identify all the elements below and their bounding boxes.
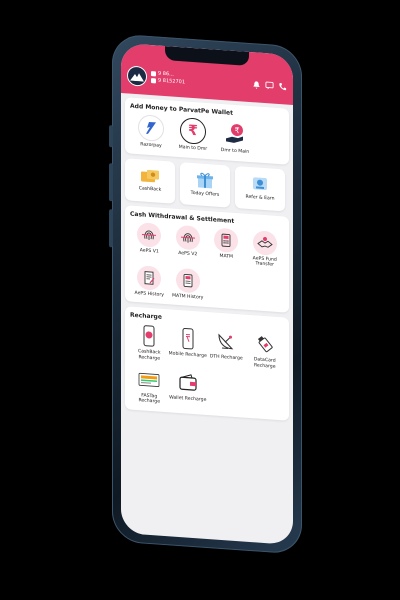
recharge-item-label: DTH Recharge xyxy=(209,354,243,362)
cash-item-aeps-v1[interactable]: AePS V1 xyxy=(130,221,169,261)
rupee-icon: ₹ xyxy=(180,117,206,145)
history-doc-icon xyxy=(137,264,162,291)
call-icon[interactable] xyxy=(278,81,287,91)
svg-text:₹: ₹ xyxy=(234,126,239,135)
cash-withdrawal-card: Cash Withdrawal & Settlement AePS V1 AeP… xyxy=(125,204,289,314)
promo-cashback[interactable]: CashBack xyxy=(125,157,175,204)
razorpay-icon xyxy=(138,114,164,142)
recharge-item-label: Mobile Recharge xyxy=(168,351,207,360)
recharge-item-label: CashBack Recharge xyxy=(138,349,161,362)
usb-datacard-icon xyxy=(253,332,277,358)
header-actions xyxy=(252,80,287,91)
recharge-item-mobile[interactable]: Mobile Recharge xyxy=(169,326,208,366)
volume-up-button xyxy=(109,163,113,202)
cash-item-label: MATM xyxy=(219,253,234,260)
cash-item-label: AePS V2 xyxy=(178,250,198,257)
promo-label: Today Offers xyxy=(190,191,220,199)
wallet-icon xyxy=(176,369,200,395)
promo-refer-earn[interactable]: Refer & Earn xyxy=(235,165,285,212)
satellite-dish-icon xyxy=(214,329,238,355)
phone-screen: 9 86... 9 8152701 Add Money to ParvatPe … xyxy=(121,42,293,546)
phone-frame: 9 86... 9 8152701 Add Money to ParvatPe … xyxy=(109,33,302,555)
recharge-card: Recharge CashBack Recharge Mobile Rechar… xyxy=(125,306,289,421)
promo-label: Refer & Earn xyxy=(245,194,275,203)
main-content: Add Money to ParvatPe Wallet Razorpay ₹ xyxy=(121,93,293,421)
support-icon[interactable] xyxy=(265,81,274,91)
cash-item-aeps-fund-transfer[interactable]: AePS Fund Transfer xyxy=(246,229,285,269)
silent-switch xyxy=(109,125,113,148)
refer-icon xyxy=(253,177,267,191)
wallet-option-dmr-to-main[interactable]: ₹ Dmr to Main xyxy=(218,120,252,156)
recharge-item-label: DataCard Recharge xyxy=(253,357,276,370)
cash-item-label: MATM History xyxy=(172,293,204,301)
bell-icon[interactable] xyxy=(252,80,261,90)
wallet-option-razorpay[interactable]: Razorpay xyxy=(134,114,168,150)
handshake-icon xyxy=(252,229,277,256)
recharge-grid: CashBack Recharge Mobile Recharge DTH Re… xyxy=(130,323,284,414)
phone-cashback-icon xyxy=(137,323,161,349)
recharge-item-fastag[interactable]: FASTag Recharge xyxy=(130,366,169,406)
phone-small-icon xyxy=(151,71,156,77)
volume-down-button xyxy=(109,209,113,248)
recharge-item-wallet[interactable]: Wallet Recharge xyxy=(169,369,208,409)
mobile-icon xyxy=(176,326,200,352)
wallet-option-label: Razorpay xyxy=(140,142,162,149)
app-logo[interactable] xyxy=(127,65,147,87)
fingerprint-icon xyxy=(175,224,200,251)
cash-item-aeps-history[interactable]: AePS History xyxy=(130,264,169,298)
wallet-card: Add Money to ParvatPe Wallet Razorpay ₹ xyxy=(125,97,289,165)
wallet-option-main-to-dmr[interactable]: ₹ Main to Dmr xyxy=(176,117,210,153)
account-info: 9 86... 9 8152701 xyxy=(151,70,185,86)
gift-icon xyxy=(197,173,213,189)
cash-item-label: AePS V1 xyxy=(139,247,159,255)
fastag-icon xyxy=(137,367,161,393)
account-line-2: 9 8152701 xyxy=(158,77,186,86)
cashback-icon xyxy=(141,170,159,183)
recharge-item-datacard[interactable]: DataCard Recharge xyxy=(246,331,285,371)
recharge-item-cashback[interactable]: CashBack Recharge xyxy=(130,323,169,363)
cash-item-label: AePS Fund Transfer xyxy=(252,255,277,268)
fingerprint-icon xyxy=(137,221,162,248)
cash-item-label: AePS History xyxy=(134,290,164,298)
cash-item-matm[interactable]: MATM xyxy=(207,227,246,267)
promo-row: CashBack Today Offers Refer & Earn xyxy=(125,157,289,212)
cash-grid: AePS V1 AePS V2 MATM AePS Fund Transfer … xyxy=(130,221,284,307)
wallet-option-label: Dmr to Main xyxy=(220,147,250,155)
recharge-item-dth[interactable]: DTH Recharge xyxy=(207,328,246,368)
wallet-option-label: Main to Dmr xyxy=(178,145,208,153)
rupee-hand-icon: ₹ xyxy=(222,120,248,148)
user-small-icon xyxy=(151,78,156,84)
wallet-options: Razorpay ₹ Main to Dmr ₹ Dmr to Main xyxy=(130,114,284,158)
stage: 9 86... 9 8152701 Add Money to ParvatPe … xyxy=(0,0,400,600)
recharge-item-label: Wallet Recharge xyxy=(169,394,207,403)
card-terminal-icon xyxy=(214,227,239,253)
promo-today-offers[interactable]: Today Offers xyxy=(180,161,230,208)
promo-label: CashBack xyxy=(138,186,162,194)
history-terminal-icon xyxy=(175,267,200,294)
cash-item-aeps-v2[interactable]: AePS V2 xyxy=(169,224,208,264)
recharge-item-label: FASTag Recharge xyxy=(138,392,161,405)
cash-item-matm-history[interactable]: MATM History xyxy=(169,267,208,301)
mountain-icon xyxy=(130,73,144,82)
